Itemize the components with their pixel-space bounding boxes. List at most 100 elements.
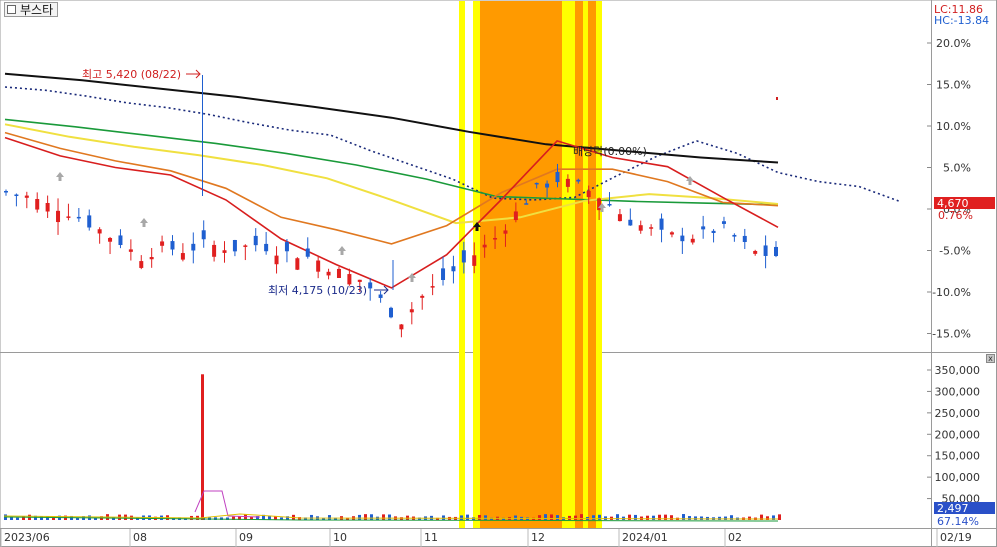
highlight-band <box>588 1 596 528</box>
volume-ma-purple <box>194 490 261 518</box>
volume-bar <box>550 514 553 520</box>
candle-body <box>212 244 217 257</box>
candle-body <box>732 234 737 237</box>
volume-bar <box>556 515 559 520</box>
volume-bar <box>514 515 517 520</box>
volume-bar <box>328 515 331 520</box>
panel-label-text: 부스타 <box>20 3 54 17</box>
signal-arrow-icon <box>56 172 64 181</box>
x-axis-label: 2023/06 <box>4 531 50 544</box>
candle-body <box>35 199 40 210</box>
candle-body <box>232 239 237 252</box>
x-axis-label: 2024/01 <box>622 531 668 544</box>
candle-body <box>617 214 622 222</box>
candle-body <box>711 230 716 233</box>
current-volume-label: 2,497 <box>937 502 969 515</box>
volume-bar <box>538 515 541 520</box>
candle-body <box>274 255 279 265</box>
volume-bar <box>652 515 655 520</box>
candle-body <box>555 171 560 183</box>
volume-bar <box>700 516 703 520</box>
high-arrow-icon <box>186 69 201 79</box>
x-axis-label: 12 <box>531 531 545 544</box>
candle-body <box>66 216 71 218</box>
volume-bar <box>364 514 367 520</box>
stock-chart[interactable]: 20.0%15.0%10.0%5.0%0.0%-5.0%-10.0%-15.0%… <box>0 0 997 547</box>
candle-body <box>118 235 123 246</box>
price-axis-label: 10.0% <box>936 120 971 133</box>
volume-bar <box>634 514 637 520</box>
candle-body <box>326 271 331 276</box>
candle-body <box>295 258 300 270</box>
candle-body <box>108 237 113 242</box>
chart-root: 20.0% 15.0% 10.0% 5.0% 0.0% -5.0% -10.0% -15.0%… <box>0 0 997 547</box>
volume-bar <box>646 515 649 520</box>
candle-body <box>97 229 102 234</box>
candle-body <box>368 282 373 289</box>
volume-axis-label: 150,000 <box>935 450 981 463</box>
candle-body <box>180 253 185 260</box>
signal-arrow-icon <box>338 246 346 255</box>
candle-body <box>513 211 518 221</box>
volume-axis-label: 300,000 <box>935 385 981 398</box>
panel-label[interactable]: 부스타 <box>4 2 59 17</box>
volume-close-icon[interactable]: x <box>986 354 995 363</box>
candle-body <box>139 261 144 268</box>
candle-body <box>680 235 685 242</box>
low-annotation: 최저 4,175 (10/23) <box>268 284 367 297</box>
candle-body <box>482 244 487 248</box>
volume-bar <box>442 515 445 520</box>
volume-bar <box>628 514 631 520</box>
candle-body <box>420 295 425 298</box>
candle-body <box>170 241 175 250</box>
highlight-band <box>562 1 575 528</box>
ma-black-line <box>4 72 779 164</box>
candle-body <box>534 182 539 185</box>
highlight-band <box>575 1 583 528</box>
candle-body <box>14 194 19 197</box>
volume-bar <box>670 515 673 520</box>
price-axis-label: 15.0% <box>936 79 971 92</box>
candle-body <box>628 219 633 226</box>
candle-body <box>24 195 29 198</box>
candle-body <box>316 260 321 272</box>
x-axis-label: 11 <box>424 531 438 544</box>
candle-body <box>493 238 498 240</box>
candle-body <box>451 266 456 272</box>
volume-bar <box>748 516 751 520</box>
hc-label: HC:-13.84 <box>934 14 989 27</box>
volume-bar <box>382 514 385 520</box>
candle-body <box>461 250 466 263</box>
dividend-annotation: 배당락(0.00%) <box>573 145 647 158</box>
price-marker <box>776 97 778 100</box>
candle-body <box>753 250 758 254</box>
ma-red-line <box>4 136 779 289</box>
ma-yellow-line <box>4 123 779 225</box>
volume-bar <box>778 514 781 520</box>
volume-bar <box>310 514 313 520</box>
candle-body <box>409 309 414 313</box>
candle-body <box>690 238 695 243</box>
candle-body <box>586 190 591 198</box>
price-axis-label: 5.0% <box>943 162 971 175</box>
volume-bar <box>580 514 583 520</box>
panel-toggle-icon[interactable] <box>7 5 16 14</box>
candle-body <box>742 235 747 243</box>
volume-bar <box>16 517 19 520</box>
x-axis-label: 09 <box>239 531 253 544</box>
volume-bar <box>484 515 487 520</box>
volume-axis-label: 100,000 <box>935 471 981 484</box>
x-axis-label: 02/19 <box>940 531 972 544</box>
volume-bar <box>694 516 697 520</box>
candle-body <box>160 241 165 246</box>
candle-body <box>763 245 768 256</box>
volume-axis-label: 350,000 <box>935 364 981 377</box>
candle-body <box>565 178 570 187</box>
candle-body <box>222 250 227 253</box>
candle-body <box>545 183 550 188</box>
candle-body <box>336 268 341 278</box>
volume-bar <box>574 515 577 520</box>
signal-arrow-icon <box>140 218 148 227</box>
volume-bar <box>370 514 373 520</box>
candle-body <box>774 246 778 257</box>
